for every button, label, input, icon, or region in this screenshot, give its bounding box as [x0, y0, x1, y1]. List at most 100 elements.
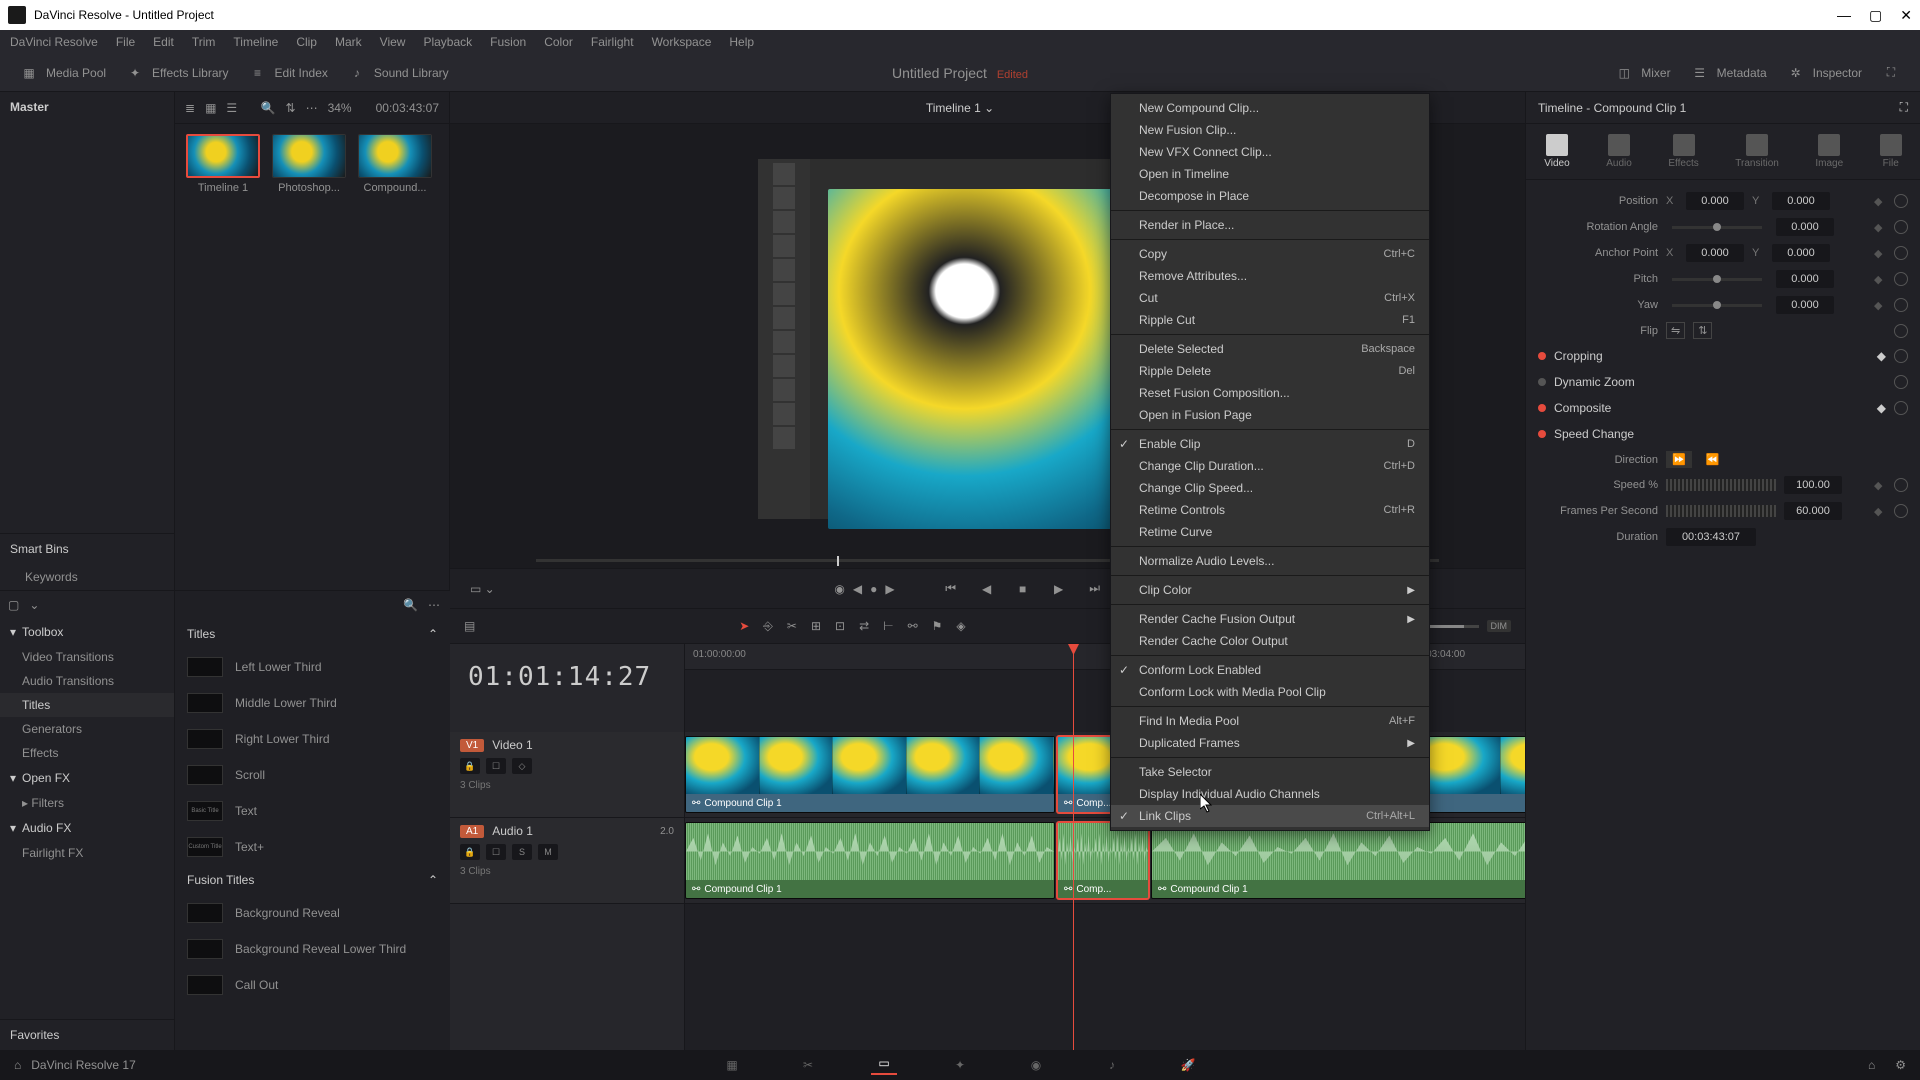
menu-edit[interactable]: Edit	[153, 35, 174, 49]
v1-badge[interactable]: V1	[460, 739, 484, 752]
thumb-view-icon[interactable]: ▦	[205, 101, 216, 115]
a1-badge[interactable]: A1	[460, 825, 484, 838]
position-y-input[interactable]: 0.000	[1772, 192, 1830, 210]
track-disable-icon[interactable]: ◇	[512, 758, 532, 774]
page-fusion[interactable]: ✦	[947, 1055, 973, 1075]
fps-wheel[interactable]	[1666, 505, 1776, 517]
blade-tool-icon[interactable]: ✂	[787, 619, 797, 633]
fx-video-transitions[interactable]: Video Transitions	[0, 645, 174, 669]
context-copy[interactable]: CopyCtrl+C	[1111, 243, 1429, 265]
context-reset-fusion-composition-[interactable]: Reset Fusion Composition...	[1111, 382, 1429, 404]
menu-playback[interactable]: Playback	[423, 35, 472, 49]
insert-tool-icon[interactable]: ⊞	[811, 619, 821, 633]
rotation-slider[interactable]	[1672, 226, 1762, 229]
title-left-lower-third[interactable]: Left Lower Third	[175, 649, 450, 685]
smart-bins-header[interactable]: Smart Bins	[0, 534, 174, 564]
track-lock-icon[interactable]: 🔒	[460, 758, 480, 774]
page-cut[interactable]: ✂	[795, 1055, 821, 1075]
tab-transition[interactable]: Transition	[1735, 134, 1779, 169]
fx-search-icon[interactable]: 🔍	[403, 598, 418, 612]
inspector-button[interactable]: ✲ Inspector	[1777, 60, 1872, 86]
timeline-name-display[interactable]: Timeline 1 ⌄	[926, 101, 994, 115]
context-take-selector[interactable]: Take Selector	[1111, 761, 1429, 783]
keywords-bin[interactable]: Keywords	[0, 564, 174, 590]
menu-help[interactable]: Help	[729, 35, 754, 49]
audio-clip-1[interactable]: ⚯Compound Clip 1	[685, 822, 1055, 899]
anchor-x-input[interactable]: 0.000	[1686, 244, 1744, 262]
anchor-y-input[interactable]: 0.000	[1772, 244, 1830, 262]
context-open-in-timeline[interactable]: Open in Timeline	[1111, 163, 1429, 185]
context-decompose-in-place[interactable]: Decompose in Place	[1111, 185, 1429, 207]
title-text[interactable]: Basic TitleText	[175, 793, 450, 829]
link-icon[interactable]: ⚯	[908, 619, 918, 633]
home-icon[interactable]: ⌂	[14, 1058, 21, 1072]
solo-button[interactable]: S	[512, 844, 532, 860]
snap-icon[interactable]: ⊢	[883, 619, 893, 633]
favorites-header[interactable]: Favorites	[0, 1019, 174, 1050]
effects-library-button[interactable]: ✦ Effects Library	[116, 60, 238, 86]
audio-lock-icon[interactable]: 🔒	[460, 844, 480, 860]
yaw-slider[interactable]	[1672, 304, 1762, 307]
marker-icon[interactable]: ◈	[956, 619, 965, 633]
tab-effects[interactable]: Effects	[1668, 134, 1698, 169]
context-link-clips[interactable]: ✓Link ClipsCtrl+Alt+L	[1111, 805, 1429, 827]
view-mode-icon[interactable]: ▭ ⌄	[470, 582, 495, 596]
auto-select-icon[interactable]: ☐	[486, 758, 506, 774]
context-change-clip-speed-[interactable]: Change Clip Speed...	[1111, 477, 1429, 499]
context-duplicated-frames[interactable]: Duplicated Frames▶	[1111, 732, 1429, 754]
dim-button[interactable]: DIM	[1487, 620, 1512, 632]
context-new-compound-clip-[interactable]: New Compound Clip...	[1111, 97, 1429, 119]
trim-tool-icon[interactable]: ⎆	[763, 619, 773, 634]
mute-button[interactable]: M	[538, 844, 558, 860]
titles-section-header[interactable]: Titles⌃	[175, 619, 450, 649]
title-text-plus[interactable]: Custom TitleText+	[175, 829, 450, 865]
fx-filters[interactable]: ▸ Filters	[0, 791, 174, 815]
match-frame-icon[interactable]: ◉	[834, 582, 844, 596]
context-ripple-delete[interactable]: Ripple DeleteDel	[1111, 360, 1429, 382]
page-deliver[interactable]: 🚀	[1175, 1055, 1201, 1075]
fx-titles[interactable]: Titles	[0, 693, 174, 717]
fx-panel-icon[interactable]: ▢	[8, 598, 19, 612]
tab-image[interactable]: Image	[1815, 134, 1843, 169]
page-color[interactable]: ◉	[1023, 1055, 1049, 1075]
context-conform-lock-enabled[interactable]: ✓Conform Lock Enabled	[1111, 659, 1429, 681]
first-frame-button[interactable]: ⏮	[941, 579, 961, 599]
menu-color[interactable]: Color	[544, 35, 573, 49]
fx-options-icon[interactable]: ⋯	[428, 598, 440, 612]
video-track-header[interactable]: V1 Video 1 🔒 ☐ ◇ 3 Clips	[450, 732, 684, 818]
context-enable-clip[interactable]: ✓Enable ClipD	[1111, 433, 1429, 455]
reset-icon[interactable]	[1894, 194, 1908, 208]
fx-audio-transitions[interactable]: Audio Transitions	[0, 669, 174, 693]
context-new-vfx-connect-clip-[interactable]: New VFX Connect Clip...	[1111, 141, 1429, 163]
menu-timeline[interactable]: Timeline	[233, 35, 278, 49]
menu-workspace[interactable]: Workspace	[652, 35, 712, 49]
fusion-title-bg-reveal[interactable]: Background Reveal	[175, 895, 450, 931]
fps-input[interactable]: 60.000	[1784, 502, 1842, 520]
page-media[interactable]: ▦	[719, 1055, 745, 1075]
fusion-title-bg-reveal-lt[interactable]: Background Reveal Lower Third	[175, 931, 450, 967]
context-render-cache-color-output[interactable]: Render Cache Color Output	[1111, 630, 1429, 652]
yaw-input[interactable]: 0.000	[1776, 296, 1834, 314]
dynamic-zoom-section[interactable]: Dynamic Zoom	[1538, 369, 1908, 395]
playhead[interactable]	[1073, 644, 1074, 1050]
list-view-icon[interactable]: ≣	[185, 101, 195, 115]
tab-video[interactable]: Video	[1544, 134, 1569, 169]
direction-fwd-button[interactable]: ⏩	[1666, 451, 1692, 468]
context-display-individual-audio-channels[interactable]: Display Individual Audio Channels	[1111, 783, 1429, 805]
fx-generators[interactable]: Generators	[0, 717, 174, 741]
context-new-fusion-clip-[interactable]: New Fusion Clip...	[1111, 119, 1429, 141]
keyframe-icon[interactable]: ◆	[1874, 195, 1886, 207]
strip-view-icon[interactable]: ☰	[226, 101, 237, 115]
flip-v-button[interactable]: ⇅	[1693, 322, 1712, 339]
rotation-input[interactable]: 0.000	[1776, 218, 1834, 236]
menu-view[interactable]: View	[380, 35, 406, 49]
pitch-slider[interactable]	[1672, 278, 1762, 281]
replace-tool-icon[interactable]: ⇄	[859, 619, 869, 633]
expand-button[interactable]: ⛶	[1872, 60, 1910, 86]
toolbox-header[interactable]: ▾Toolbox	[0, 619, 174, 645]
scrub-head[interactable]	[837, 556, 839, 566]
edit-index-button[interactable]: ≡ Edit Index	[239, 60, 338, 86]
settings-icon[interactable]: ⚙	[1895, 1058, 1906, 1072]
context-remove-attributes-[interactable]: Remove Attributes...	[1111, 265, 1429, 287]
play-button[interactable]: ▶	[1049, 579, 1069, 599]
